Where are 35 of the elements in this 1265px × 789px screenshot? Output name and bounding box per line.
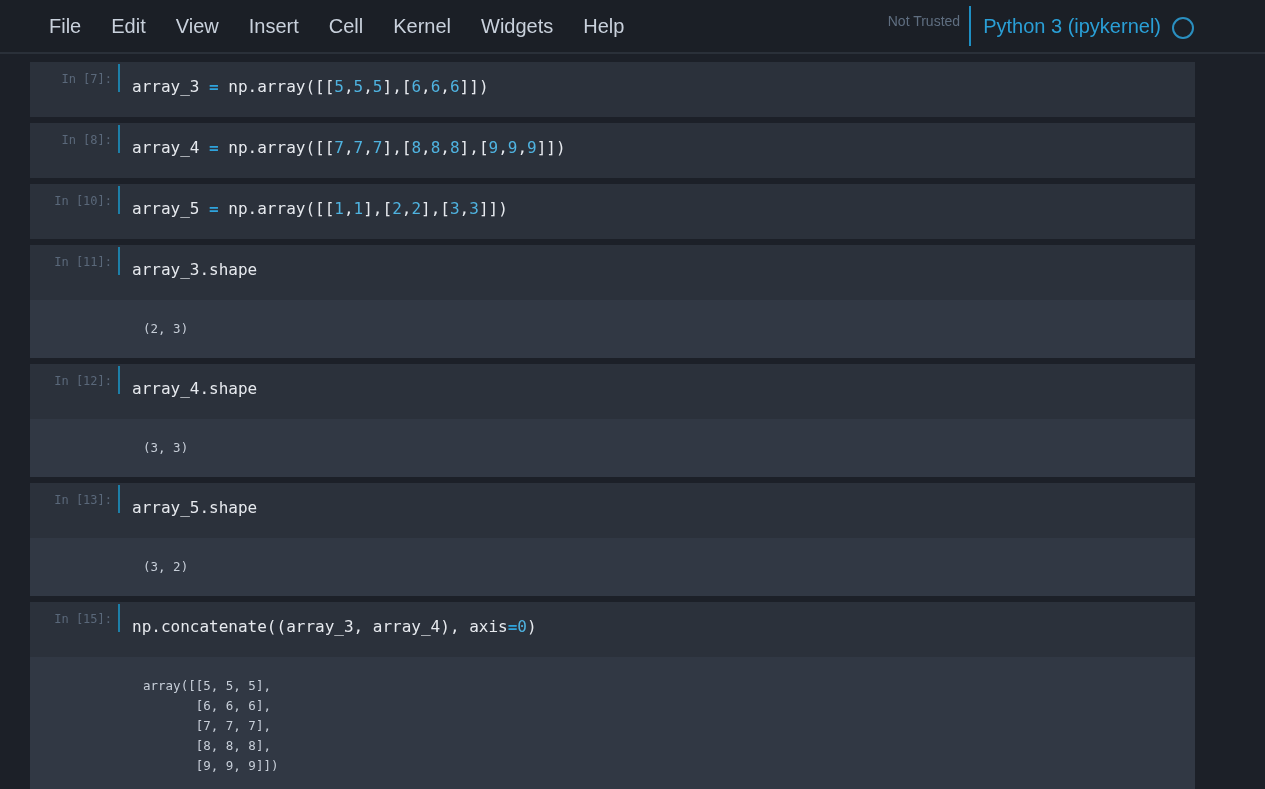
code-line[interactable]: array_4.shape (132, 379, 258, 398)
menu-item[interactable]: Help (568, 11, 640, 41)
notebook-cell[interactable]: In [7]: array_3 = np.array([[5,5,5],[6,6,6]]) (30, 62, 1195, 117)
cell-prompt: In [7]: (61, 71, 112, 88)
cell-prompt: In [13]: (54, 492, 112, 509)
menu-item[interactable]: Cell (313, 11, 379, 41)
output-text: (3, 3) (143, 439, 190, 457)
notebook-cell[interactable]: In [10]: array_5 = np.array([[1,1],[2,2],[3,3]]) (30, 184, 1195, 239)
notebook-cell[interactable]: In [11]: array_3.shape (2, 3) (30, 245, 1195, 358)
notebook-cell[interactable]: In [13]: array_5.shape (3, 2) (30, 483, 1195, 596)
cell-prompt: In [8]: (61, 132, 112, 149)
menu-item[interactable]: Widgets (466, 11, 569, 41)
code-line[interactable]: array_5.shape (132, 498, 258, 517)
cell-prompt: In [10]: (54, 193, 112, 210)
cell-prompt: In [15]: (54, 611, 112, 628)
output-text: (2, 3) (143, 320, 190, 338)
kernel-idle-icon (1171, 15, 1195, 40)
notebook-cell[interactable]: In [15]: np.concatenate((array_3, array_4), axis=0) array([[5, 5, 5], [6, 6, 6], [7, 7, 7], [8, 8, 8], [9, 9, 9]]) (30, 602, 1195, 789)
code-line[interactable]: array_3.shape (132, 260, 258, 279)
menu-item[interactable]: View (160, 11, 234, 41)
code-line[interactable]: array_5 = np.array([[1,1],[2,2],[3,3]]) (132, 199, 508, 218)
code-line[interactable]: array_3 = np.array([[5,5,5],[6,6,6]]) (132, 77, 489, 96)
output-text: (3, 2) (143, 558, 190, 576)
menu-item[interactable]: Kernel (378, 11, 466, 41)
notebook-cell[interactable]: In [8]: array_4 = np.array([[7,7,7],[8,8,8],[9,9,9]]) (30, 123, 1195, 178)
output-text: array([[5, 5, 5], [6, 6, 6], [7, 7, 7], [8, 8, 8], [9, 9, 9]]) (143, 677, 280, 775)
cell-prompt: In [11]: (54, 254, 112, 271)
cell-prompt: In [12]: (54, 373, 112, 390)
menu-item[interactable]: Edit (96, 11, 161, 41)
notebook-cell[interactable]: In [12]: array_4.shape (3, 3) (30, 364, 1195, 477)
code-line[interactable]: np.concatenate((array_3, array_4), axis=0) (132, 617, 537, 636)
code-line[interactable]: array_4 = np.array([[7,7,7],[8,8,8],[9,9,9]]) (132, 138, 566, 157)
menu-item[interactable]: Insert (233, 11, 314, 41)
kernel-name[interactable]: Python 3 (ipykernel) (983, 11, 1161, 41)
menu-item[interactable]: File (34, 11, 97, 41)
